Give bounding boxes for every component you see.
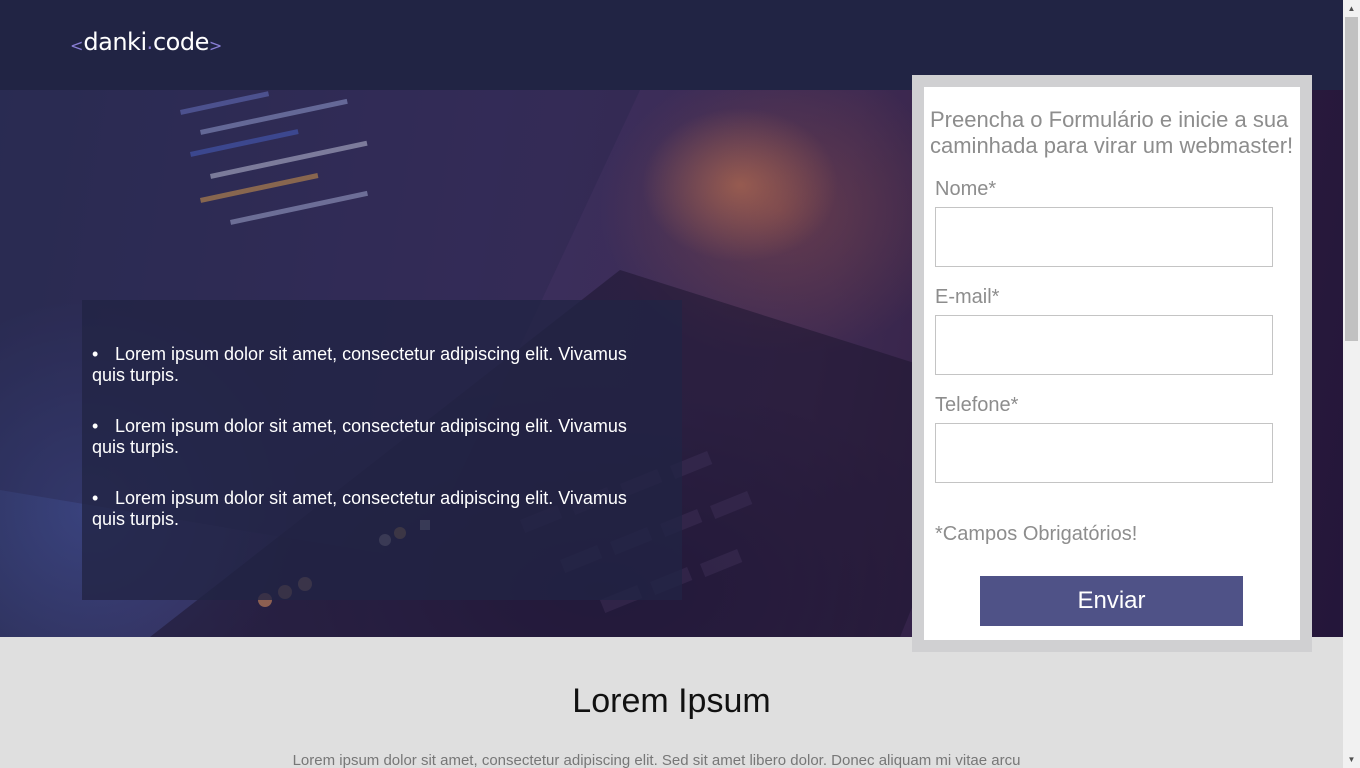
submit-button[interactable]: Enviar — [980, 576, 1243, 626]
bullet-icon: • — [92, 416, 99, 436]
section-text: Lorem ipsum dolor sit amet, consectetur … — [292, 752, 1021, 768]
email-label: E-mail* — [935, 286, 1000, 308]
logo-word-danki: danki — [83, 28, 147, 56]
features-list: • Lorem ipsum dolor sit amet, consectetur… — [92, 344, 642, 530]
logo-word-code: code — [152, 28, 209, 56]
feature-item: • Lorem ipsum dolor sit amet, consectetur… — [92, 488, 642, 530]
form-title: Preencha o Formulário e inicie a sua cam… — [930, 107, 1294, 158]
phone-input[interactable] — [935, 423, 1273, 483]
feature-item: • Lorem ipsum dolor sit amet, consectetur… — [92, 416, 642, 458]
features-box: • Lorem ipsum dolor sit amet, consectetur… — [82, 300, 682, 600]
danki-code-logo[interactable]: < danki . code > — [70, 26, 222, 58]
bullet-icon: • — [92, 488, 99, 508]
signup-form-panel: Preencha o Formulário e inicie a sua cam… — [912, 75, 1312, 652]
feature-text: Lorem ipsum dolor sit amet, consectetur … — [92, 488, 627, 529]
logo-left-bracket: < — [70, 35, 84, 55]
scroll-down-arrow-icon[interactable]: ▼ — [1343, 751, 1360, 768]
name-input[interactable] — [935, 207, 1273, 267]
phone-label: Telefone* — [935, 394, 1019, 416]
logo-right-bracket: > — [208, 35, 223, 55]
scrollbar-thumb[interactable] — [1345, 17, 1358, 341]
signup-form: Preencha o Formulário e inicie a sua cam… — [924, 87, 1300, 640]
required-fields-note: *Campos Obrigatórios! — [935, 523, 1138, 545]
name-label: Nome* — [935, 178, 997, 200]
feature-item: • Lorem ipsum dolor sit amet, consectetur… — [92, 344, 642, 386]
email-input[interactable] — [935, 315, 1273, 375]
vertical-scrollbar[interactable]: ▲ ▼ — [1343, 0, 1360, 768]
feature-text: Lorem ipsum dolor sit amet, consectetur … — [92, 344, 627, 385]
scroll-up-arrow-icon[interactable]: ▲ — [1343, 0, 1360, 17]
bullet-icon: • — [92, 344, 99, 364]
section-title: Lorem Ipsum — [572, 682, 771, 720]
feature-text: Lorem ipsum dolor sit amet, consectetur … — [92, 416, 627, 457]
